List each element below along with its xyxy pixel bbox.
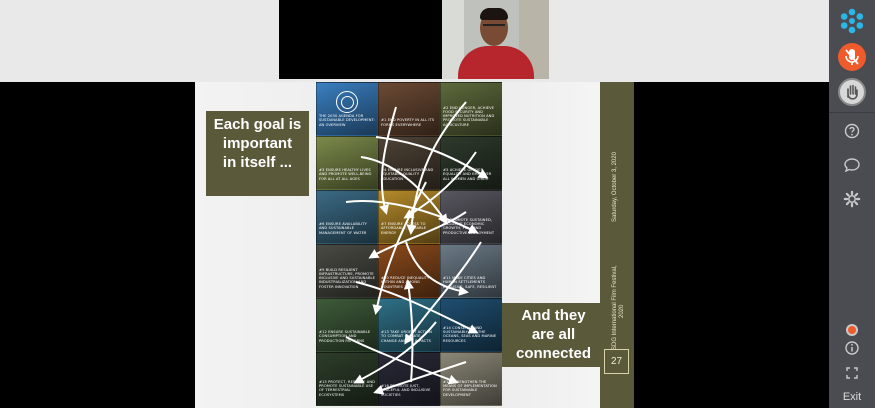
sdg-tile-caption: #3 Ensure healthy lives and promote well… bbox=[319, 168, 372, 181]
presentation-slide: Each goal is important in itself ... The… bbox=[195, 82, 634, 408]
sdg-tile: #13 Take urgent action to combat climate… bbox=[378, 298, 440, 352]
raise-hand-icon bbox=[847, 84, 858, 100]
fullscreen-icon[interactable] bbox=[843, 364, 861, 382]
recording-indicator-icon bbox=[846, 324, 858, 336]
callout-all-connected: And they are all connected bbox=[502, 303, 605, 367]
sdg-tile-caption: #10 Reduce inequality within and among c… bbox=[381, 276, 430, 289]
sdg-tile: #17 Strengthen the means of implementati… bbox=[440, 352, 502, 406]
sdg-tile-overview: The 2030 Agenda for Sustainable Developm… bbox=[316, 82, 378, 136]
callout-line: important bbox=[222, 135, 293, 152]
sdg-tile-caption: #17 Strengthen the means of implementati… bbox=[443, 379, 497, 397]
meeting-sidebar: Exit bbox=[829, 0, 875, 408]
sdg-tile-caption: #11 Make cities and human settlements in… bbox=[443, 276, 497, 289]
callout-line: in itself ... bbox=[222, 154, 293, 171]
sdg-tile-caption: #12 Ensure sustainable consumption and p… bbox=[319, 330, 371, 343]
sdg-tile-caption: The 2030 Agenda for Sustainable Developm… bbox=[319, 114, 375, 127]
presenter-glasses bbox=[483, 24, 505, 31]
sdg-tile: #15 Protect, restore and promote sustain… bbox=[316, 352, 378, 406]
sdg-tile: #7 Ensure access to affordable, reliable… bbox=[378, 190, 440, 244]
participant-video-off[interactable] bbox=[279, 0, 442, 79]
sdg-tile: #6 Ensure availability and sustainable m… bbox=[316, 190, 378, 244]
sdg-tile: #9 Build resilient infrastructure, promo… bbox=[316, 244, 378, 298]
participant-video-strip bbox=[0, 0, 829, 82]
microphone-muted-icon bbox=[845, 49, 859, 65]
mute-microphone-button[interactable] bbox=[838, 43, 866, 71]
sdg-tile-caption: #15 Protect, restore and promote sustain… bbox=[319, 379, 375, 397]
presenter-hair bbox=[480, 8, 508, 20]
participant-video-presenter[interactable] bbox=[442, 0, 549, 79]
sdg-tile-caption: #1 End poverty in all its forms everywhe… bbox=[381, 118, 435, 127]
callout-each-goal: Each goal is important in itself ... bbox=[206, 111, 309, 196]
sdg-tile-caption: #16 Promote just, peaceful and inclusive… bbox=[381, 384, 431, 397]
callout-line: And they bbox=[521, 307, 586, 324]
sidebar-divider bbox=[829, 112, 875, 113]
callout-line: Each goal is bbox=[213, 116, 302, 133]
exit-button[interactable]: Exit bbox=[829, 391, 875, 403]
sdg-tile: #14 Conserve and sustainably use the oce… bbox=[440, 298, 502, 352]
sdg-tile-caption: #8 Promote sustained, inclusive economic… bbox=[443, 217, 495, 235]
sdg-tile: #4 Ensure inclusive and equitable qualit… bbox=[378, 136, 440, 190]
help-icon[interactable] bbox=[843, 122, 861, 140]
raise-hand-button[interactable] bbox=[838, 78, 866, 106]
sdg-tile: #1 End poverty in all its forms everywhe… bbox=[378, 82, 440, 136]
sdg-tile: #5 Achieve gender equality and empower a… bbox=[440, 136, 502, 190]
un-emblem-icon bbox=[336, 91, 358, 113]
callout-line: are all bbox=[531, 326, 576, 343]
sdg-tile: #10 Reduce inequality within and among c… bbox=[378, 244, 440, 298]
sdg-tile-caption: #7 Ensure access to affordable, reliable… bbox=[381, 222, 427, 235]
slide-date: Saturday, October 3, 2020 bbox=[612, 152, 618, 222]
sdg-tile-caption: #4 Ensure inclusive and equitable qualit… bbox=[381, 168, 434, 181]
sdg-tile: #2 End hunger, achieve food security and… bbox=[440, 82, 502, 136]
sdg-tile: #3 Ensure healthy lives and promote well… bbox=[316, 136, 378, 190]
app-logo-icon[interactable] bbox=[839, 8, 865, 34]
gear-icon[interactable] bbox=[843, 190, 861, 208]
sdg-tile-caption: #9 Build resilient infrastructure, promo… bbox=[319, 267, 375, 289]
slide-page-number: 27 bbox=[604, 349, 629, 374]
info-icon[interactable] bbox=[843, 339, 861, 357]
callout-line: connected bbox=[515, 345, 591, 362]
sdg-tile: #8 Promote sustained, inclusive economic… bbox=[440, 190, 502, 244]
sdg-tile: #16 Promote just, peaceful and inclusive… bbox=[378, 352, 440, 406]
sdg-tile-caption: #14 Conserve and sustainably use the oce… bbox=[443, 325, 497, 343]
slide-festival-year: 2020 bbox=[619, 304, 625, 318]
sdg-tile-grid: The 2030 Agenda for Sustainable Developm… bbox=[316, 82, 502, 408]
sdg-tile: #11 Make cities and human settlements in… bbox=[440, 244, 502, 298]
slide-festival-name: SDG International Film Festival, bbox=[612, 265, 618, 350]
chat-icon[interactable] bbox=[843, 156, 861, 174]
sdg-tile: #12 Ensure sustainable consumption and p… bbox=[316, 298, 378, 352]
screen-share-area: Each goal is important in itself ... The… bbox=[0, 82, 829, 408]
sdg-tile-caption: #6 Ensure availability and sustainable m… bbox=[319, 222, 367, 235]
sdg-tile-caption: #2 End hunger, achieve food security and… bbox=[443, 105, 495, 127]
sdg-tile-caption: #5 Achieve gender equality and empower a… bbox=[443, 168, 492, 181]
sdg-tile-caption: #13 Take urgent action to combat climate… bbox=[381, 330, 432, 343]
